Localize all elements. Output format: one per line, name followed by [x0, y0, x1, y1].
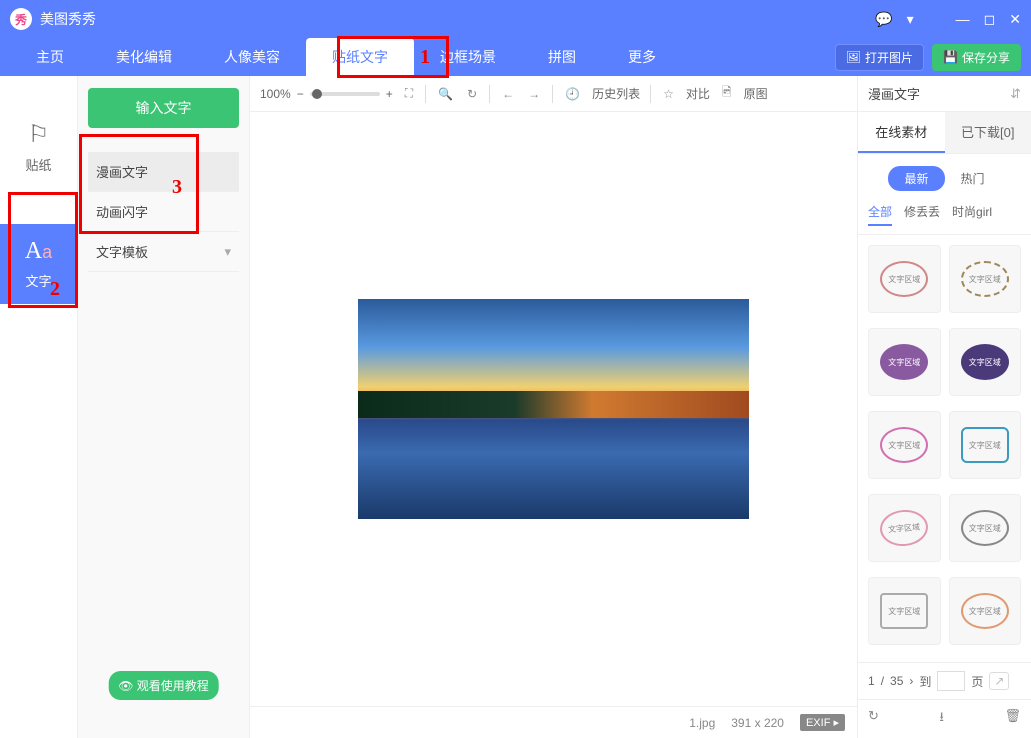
compare-label[interactable]: 对比 [686, 85, 710, 102]
open-image-button[interactable]: 🖼打开图片 [835, 44, 924, 71]
redo-icon[interactable]: → [526, 85, 542, 103]
status-bar: 1.jpg 391 x 220 EXIF ▸ [250, 706, 857, 738]
canvas-area: 100% − + ⛶ 🔍 ↻ ← → 🕘 历史列表 ☆ 对比 🖻 原图 1. [250, 76, 857, 738]
pill-popular[interactable]: 热门 [945, 166, 1001, 191]
maximize-icon[interactable]: ◻ [984, 11, 996, 28]
asset-item[interactable]: 文字区域 [868, 328, 941, 396]
tutorial-button[interactable]: 👁 观看使用教程 [108, 671, 219, 700]
nav-beautify[interactable]: 美化编辑 [90, 38, 198, 76]
cat-fashion-girl[interactable]: 时尚girl [952, 203, 992, 226]
canvas[interactable] [250, 112, 857, 706]
annotation-1: 1 [420, 46, 430, 69]
cat-all[interactable]: 全部 [868, 203, 892, 226]
tab-downloaded[interactable]: 已下载[0] [945, 112, 1031, 153]
annotation-2: 2 [50, 278, 60, 301]
type-text-template[interactable]: 文字模板 ▾ [88, 232, 239, 272]
goto-label: 到 [919, 673, 931, 690]
undo-icon[interactable]: ← [500, 85, 516, 103]
select-chevron-icon[interactable]: ⇵ [1010, 86, 1021, 102]
fit-icon[interactable]: ⛶ [403, 84, 415, 103]
asset-item[interactable]: 文字区域 [868, 411, 941, 479]
chevron-down-icon: ▾ [224, 244, 231, 260]
page-current: 1 [868, 674, 875, 688]
asset-category-select[interactable]: 漫画文字 [868, 84, 920, 103]
image-icon: 🖼 [846, 50, 861, 64]
left-tab-sticker-label: 贴纸 [25, 158, 51, 173]
zoom-value: 100% [260, 87, 291, 101]
original-icon[interactable]: 🖻 [720, 81, 734, 106]
goto-page-input[interactable] [937, 671, 965, 691]
tab-online-assets[interactable]: 在线素材 [858, 112, 945, 153]
magnify-icon[interactable]: 🔍 [436, 85, 455, 103]
asset-item[interactable]: 文字区域 [949, 245, 1022, 313]
nav-collage[interactable]: 拼图 [522, 38, 602, 76]
text-type-list: 漫画文字 动画闪字 文字模板 ▾ [88, 152, 239, 272]
type-comic-text[interactable]: 漫画文字 [88, 152, 239, 192]
delete-icon[interactable]: 🗑 [1004, 708, 1021, 730]
asset-item[interactable]: 文字区域 [868, 577, 941, 645]
save-icon: 💾 [943, 50, 958, 64]
go-icon[interactable]: ↗ [989, 672, 1009, 690]
text-icon: Aa [0, 238, 77, 265]
asset-item[interactable]: 文字区域 [949, 577, 1022, 645]
asset-item[interactable]: 文字区域 [868, 245, 941, 313]
close-icon[interactable]: ✕ [1009, 11, 1021, 28]
star-icon[interactable]: ☆ [661, 85, 676, 103]
nav-portrait[interactable]: 人像美容 [198, 38, 306, 76]
history-label[interactable]: 历史列表 [592, 85, 640, 102]
canvas-toolbar: 100% − + ⛶ 🔍 ↻ ← → 🕘 历史列表 ☆ 对比 🖻 原图 [250, 76, 857, 112]
cat-xiudiudiu[interactable]: 修丢丢 [904, 203, 940, 226]
asset-item[interactable]: 文字区域 [868, 494, 941, 562]
pager: 1/35 › 到 页 ↗ [858, 662, 1031, 699]
history-icon[interactable]: 🕘 [563, 85, 582, 103]
zoom-out-icon[interactable]: − [297, 87, 304, 101]
save-share-button[interactable]: 💾保存分享 [932, 44, 1021, 71]
type-text-template-label: 文字模板 [96, 242, 148, 261]
page-total: 35 [890, 674, 903, 688]
asset-grid: 文字区域 文字区域 文字区域 文字区域 文字区域 文字区域 文字区域 文字区域 … [858, 235, 1031, 662]
asset-item[interactable]: 文字区域 [949, 328, 1022, 396]
filename: 1.jpg [689, 716, 715, 730]
image-dimensions: 391 x 220 [731, 716, 784, 730]
rotate-icon[interactable]: ↻ [465, 85, 479, 103]
pill-newest[interactable]: 最新 [888, 166, 944, 191]
asset-item[interactable]: 文字区域 [949, 411, 1022, 479]
nav-more[interactable]: 更多 [602, 38, 682, 76]
minimize-icon[interactable]: — [956, 11, 970, 27]
left-tab-bar: ⚐ 贴纸 Aa 文字 [0, 76, 78, 738]
exif-badge[interactable]: EXIF ▸ [800, 714, 845, 731]
nav-home[interactable]: 主页 [10, 38, 90, 76]
download-icon[interactable]: ⭳ [939, 708, 944, 730]
bookmark-icon: ⚐ [0, 120, 77, 149]
titlebar: 秀 美图秀秀 💬 ▾ — ◻ ✕ [0, 0, 1031, 38]
edited-image[interactable] [358, 299, 749, 519]
refresh-icon[interactable]: ↻ [868, 708, 879, 730]
page-unit-label: 页 [971, 673, 983, 690]
app-title: 美图秀秀 [40, 9, 875, 29]
nav-frame[interactable]: 边框场景 [414, 38, 522, 76]
left-panel: 输入文字 漫画文字 动画闪字 文字模板 ▾ 👁 观看使用教程 [78, 76, 250, 738]
left-tab-sticker[interactable]: ⚐ 贴纸 [0, 106, 77, 188]
left-tab-text-label: 文字 [25, 274, 51, 289]
left-tab-text[interactable]: Aa 文字 [0, 224, 77, 304]
app-logo: 秀 [10, 8, 32, 30]
chat-icon[interactable]: 💬 [875, 11, 892, 28]
annotation-3: 3 [172, 176, 182, 199]
zoom-in-icon[interactable]: + [386, 87, 393, 101]
type-anim-text[interactable]: 动画闪字 [88, 192, 239, 232]
input-text-button[interactable]: 输入文字 [88, 88, 239, 128]
right-panel: 漫画文字 ⇵ 在线素材 已下载[0] 最新 热门 全部 修丢丢 时尚girl 文… [857, 76, 1031, 738]
main-nav: 主页 美化编辑 人像美容 贴纸文字 边框场景 拼图 更多 🖼打开图片 💾保存分享 [0, 38, 1031, 76]
next-page-icon[interactable]: › [909, 674, 913, 688]
original-label[interactable]: 原图 [744, 85, 768, 102]
zoom-slider[interactable] [310, 92, 380, 96]
dropdown-icon[interactable]: ▾ [907, 11, 914, 28]
asset-item[interactable]: 文字区域 [949, 494, 1022, 562]
nav-sticker-text[interactable]: 贴纸文字 [306, 38, 414, 76]
